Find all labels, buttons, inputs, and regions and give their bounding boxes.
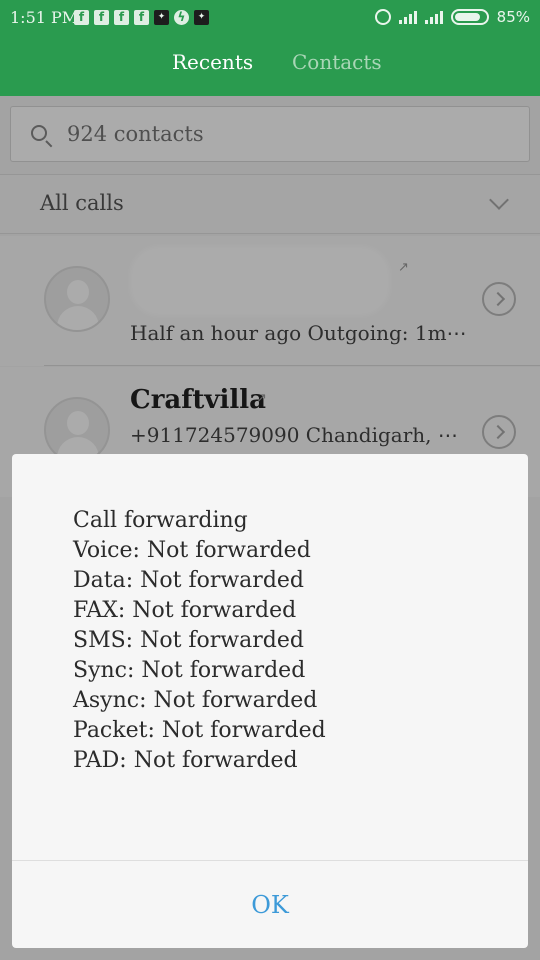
tab-recents[interactable]: Recents bbox=[172, 50, 253, 74]
dialog-message: Call forwarding Voice: Not forwarded Dat… bbox=[73, 506, 326, 776]
forwarding-status-line: Async: Not forwarded bbox=[73, 688, 318, 713]
messenger-icon: ϟ bbox=[174, 10, 189, 25]
facebook-icon: f bbox=[74, 10, 89, 25]
tab-bar: Recents Contacts bbox=[0, 50, 540, 86]
ok-button[interactable]: OK bbox=[12, 861, 528, 948]
system-status: 85% bbox=[374, 8, 530, 26]
facebook-icon: f bbox=[114, 10, 129, 25]
forwarding-status-line: SMS: Not forwarded bbox=[73, 628, 304, 653]
app-icon: ✦ bbox=[154, 10, 169, 25]
forwarding-status-line: Data: Not forwarded bbox=[73, 568, 304, 593]
facebook-icon: f bbox=[134, 10, 149, 25]
alarm-icon bbox=[374, 9, 391, 25]
dialog-title: Call forwarding bbox=[73, 508, 248, 533]
status-time: 1:51 PM bbox=[10, 8, 79, 27]
app-icon: ✦ bbox=[194, 10, 209, 25]
battery-percent: 85% bbox=[496, 8, 530, 26]
status-bar: 1:51 PM f f f f ✦ ϟ ✦ 85% bbox=[0, 0, 540, 36]
forwarding-status-line: Sync: Not forwarded bbox=[73, 658, 306, 683]
forwarding-status-line: FAX: Not forwarded bbox=[73, 598, 297, 623]
notification-icons: f f f f ✦ ϟ ✦ bbox=[74, 10, 209, 25]
forwarding-status-line: Voice: Not forwarded bbox=[73, 538, 311, 563]
forwarding-status-line: Packet: Not forwarded bbox=[73, 718, 326, 743]
facebook-icon: f bbox=[94, 10, 109, 25]
call-forwarding-dialog: Call forwarding Voice: Not forwarded Dat… bbox=[12, 454, 528, 948]
signal-icon bbox=[424, 10, 443, 24]
forwarding-status-line: PAD: Not forwarded bbox=[73, 748, 298, 773]
signal-icon bbox=[398, 10, 417, 24]
battery-icon bbox=[450, 9, 489, 25]
tab-contacts[interactable]: Contacts bbox=[292, 50, 382, 74]
app-header: 1:51 PM f f f f ✦ ϟ ✦ 85% Recents Contac… bbox=[0, 0, 540, 96]
